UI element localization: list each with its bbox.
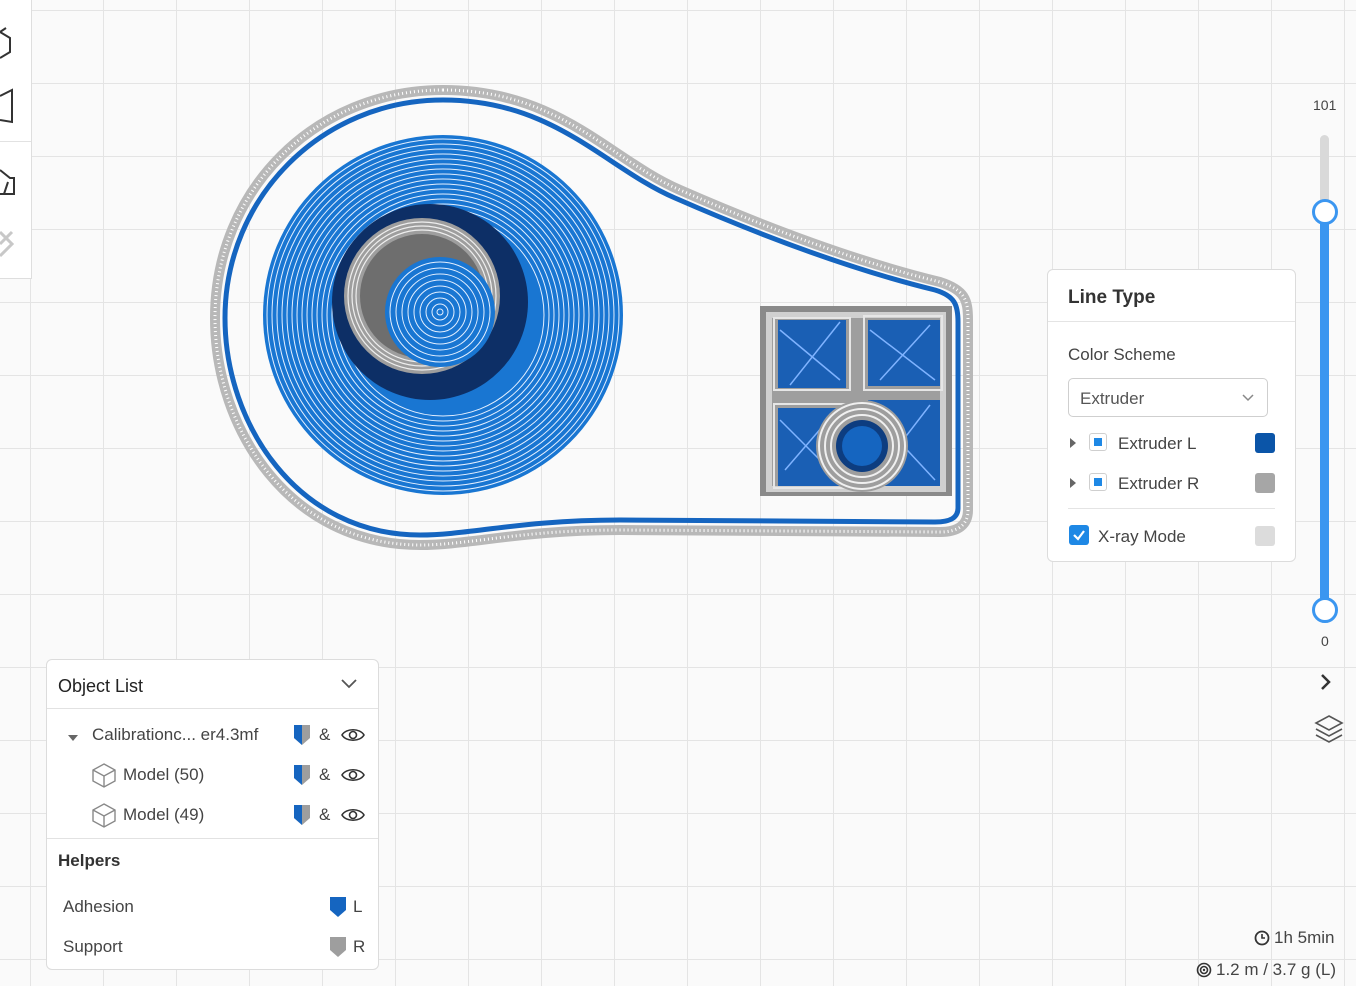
extruder-assignment: & — [319, 725, 331, 744]
xray-mode-checkbox[interactable] — [1069, 525, 1089, 545]
print-time: 1h 5min — [1254, 928, 1334, 948]
material-usage: 1.2 m / 3.7 g (L) — [1196, 960, 1336, 980]
eye-icon[interactable] — [341, 806, 365, 829]
helper-name: Adhesion — [63, 897, 134, 916]
model-row[interactable]: Model (50) & — [47, 761, 380, 789]
divider — [1068, 508, 1275, 509]
extruder-l-label: Extruder L — [1118, 434, 1197, 453]
extruder-r-color-swatch[interactable] — [1255, 473, 1275, 493]
line-type-panel: Line Type Color Scheme Extruder Extruder… — [1047, 269, 1296, 562]
collapse-triangle-icon[interactable] — [67, 730, 79, 748]
model-row[interactable]: Model (49) & — [47, 801, 380, 829]
color-scheme-label: Color Scheme — [1068, 345, 1176, 364]
project-row[interactable]: Calibrationc... er4.3mf & — [47, 721, 380, 749]
print-time-value: 1h 5min — [1274, 928, 1335, 947]
chevron-down-icon — [1241, 390, 1255, 409]
chevron-down-icon[interactable] — [339, 677, 359, 696]
layer-slider-range — [1320, 212, 1329, 610]
square-block — [760, 306, 952, 496]
extruder-icon[interactable] — [293, 724, 311, 751]
extruder-r-label: Extruder R — [1118, 474, 1200, 493]
cube-icon — [91, 762, 117, 793]
spool-icon — [1196, 962, 1212, 978]
color-scheme-select[interactable]: Extruder — [1068, 378, 1268, 417]
support-icon[interactable] — [0, 160, 28, 200]
extruder-icon[interactable] — [293, 804, 311, 831]
model-name: Model (50) — [123, 765, 205, 784]
cross-icon[interactable] — [0, 224, 28, 264]
line-type-title: Line Type — [1068, 287, 1156, 308]
extruder-icon[interactable] — [293, 764, 311, 791]
divider — [1048, 321, 1295, 322]
expand-triangle-icon[interactable] — [1068, 436, 1078, 454]
material-usage-value: 1.2 m / 3.7 g (L) — [1216, 960, 1336, 979]
divider — [47, 838, 378, 839]
layers-icon[interactable] — [1313, 713, 1345, 750]
extruder-r-checkbox[interactable] — [1089, 473, 1107, 491]
left-toolbar — [0, 0, 32, 279]
layer-slider-bottom-handle[interactable] — [1312, 597, 1338, 623]
extruder-row-r[interactable]: Extruder R — [1048, 472, 1297, 496]
layer-max-label: 101 — [1313, 97, 1337, 113]
extruder-row-l[interactable]: Extruder L — [1048, 432, 1297, 456]
chevron-right-icon[interactable] — [1318, 672, 1334, 697]
xray-mode-row[interactable]: X-ray Mode — [1048, 524, 1297, 548]
eye-icon[interactable] — [341, 766, 365, 789]
extruder-r-icon[interactable] — [329, 936, 347, 963]
extruder-l-color-swatch[interactable] — [1255, 433, 1275, 453]
eye-icon[interactable] — [341, 726, 365, 749]
divider — [47, 708, 378, 709]
layer-slider-top-handle[interactable] — [1312, 199, 1338, 225]
xray-mode-label: X-ray Mode — [1098, 527, 1186, 546]
project-name: Calibrationc... er4.3mf — [92, 725, 259, 744]
extruder-assignment: & — [319, 765, 331, 784]
xray-color-swatch[interactable] — [1255, 526, 1275, 546]
helpers-title: Helpers — [58, 851, 121, 870]
panel-icon[interactable] — [0, 88, 28, 128]
clock-icon — [1254, 930, 1270, 946]
object-list-panel: Object List Calibrationc... er4.3mf & Mo… — [46, 659, 379, 970]
helper-extruder: R — [353, 937, 366, 956]
extruder-assignment: & — [319, 805, 331, 824]
helper-name: Support — [63, 937, 123, 956]
cube-icon — [91, 802, 117, 833]
layer-min-label: 0 — [1321, 633, 1329, 649]
helper-row-adhesion[interactable]: Adhesion L — [47, 894, 380, 920]
helper-extruder: L — [353, 897, 363, 916]
color-scheme-value: Extruder — [1080, 389, 1145, 408]
object-list-title: Object List — [58, 676, 144, 696]
extruder-l-checkbox[interactable] — [1089, 433, 1107, 451]
cube-plus-icon[interactable] — [0, 20, 28, 60]
disc-paths — [263, 135, 623, 495]
extruder-l-icon[interactable] — [329, 896, 347, 923]
model-name: Model (49) — [123, 805, 205, 824]
3d-viewport[interactable]: Line Type Color Scheme Extruder Extruder… — [0, 0, 1356, 986]
helper-row-support[interactable]: Support R — [47, 934, 380, 960]
expand-triangle-icon[interactable] — [1068, 476, 1078, 494]
